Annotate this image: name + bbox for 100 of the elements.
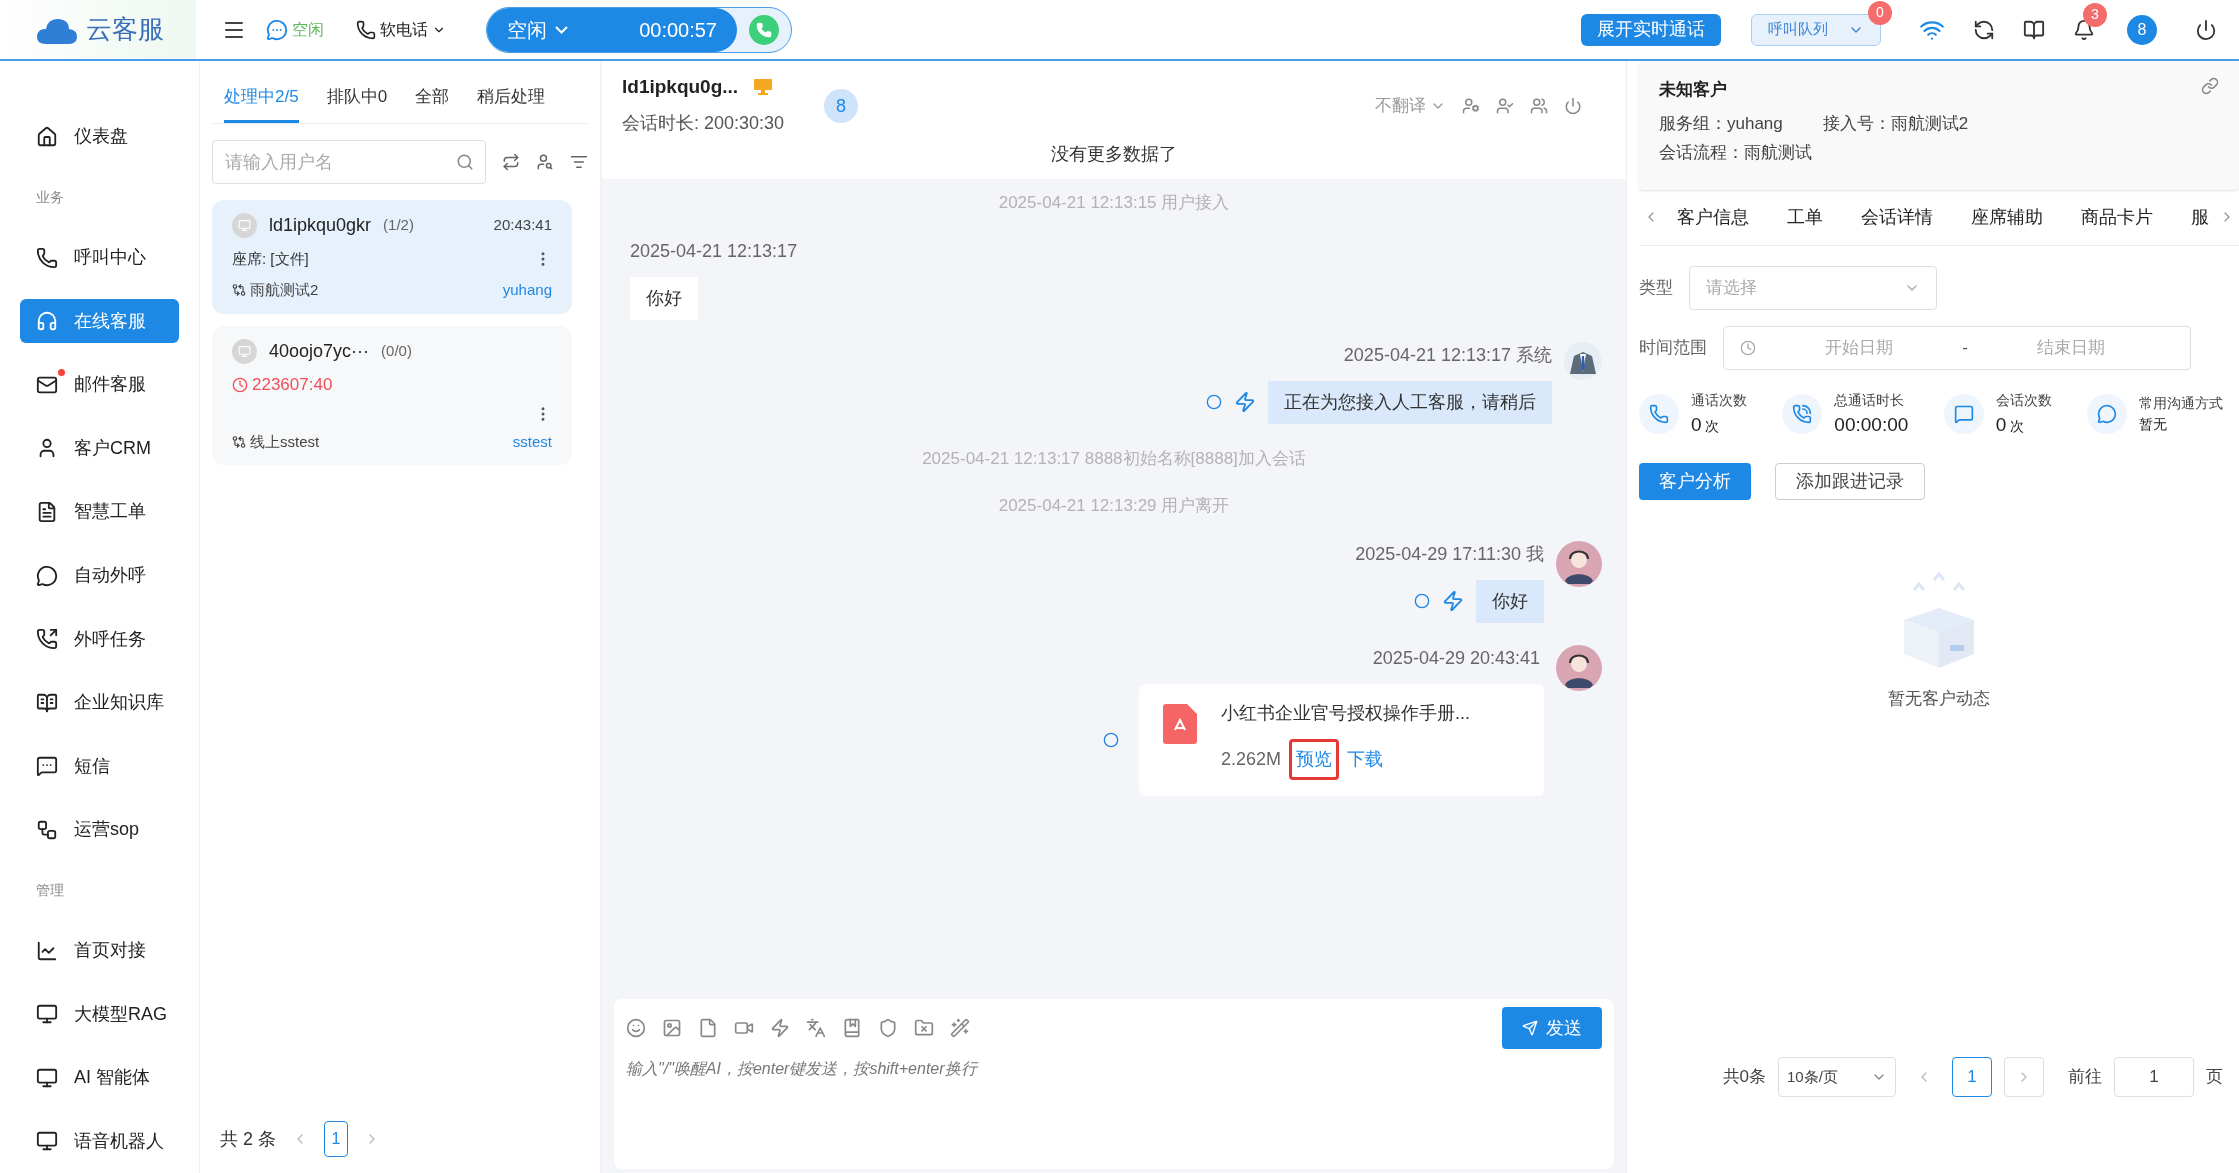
- session-tab[interactable]: 排队中0: [326, 73, 388, 123]
- sidebar-item[interactable]: 智慧工单: [20, 490, 179, 534]
- session-card[interactable]: ld1ipkqu0gkr (1/2) 20:43:41 座席: [文件] 雨航测试2 yuhang: [212, 200, 572, 314]
- sidebar-item[interactable]: 外呼任务: [20, 617, 179, 662]
- session-route: 雨航测试2: [250, 280, 319, 300]
- call-state-dropdown[interactable]: 空闲: [507, 14, 568, 45]
- file-icon[interactable]: [698, 1018, 718, 1038]
- stat-value: 0 次: [1691, 412, 1721, 437]
- session-tab[interactable]: 处理中2/5: [224, 73, 299, 123]
- monitor-icon: [36, 1003, 58, 1026]
- stat-value: 暂无: [2139, 415, 2168, 435]
- device-avatar-icon: [232, 338, 257, 364]
- lightning-icon[interactable]: [770, 1018, 790, 1038]
- end-session-icon[interactable]: [1564, 97, 1582, 115]
- customer-tab[interactable]: 客户信息: [1677, 203, 1749, 231]
- customer-tab[interactable]: 会话详情: [1861, 203, 1933, 231]
- username-search-field[interactable]: 请输入用户名: [212, 140, 487, 184]
- sidebar-item[interactable]: 客户CRM: [20, 426, 179, 471]
- customer-title: 未知客户: [1659, 79, 1727, 101]
- phone-icon: [356, 19, 376, 40]
- message-count: (0/0): [381, 340, 412, 361]
- document-icon: [36, 501, 58, 523]
- page-size-select[interactable]: 10条/页: [1778, 1057, 1896, 1097]
- date-range-field[interactable]: 开始日期 - 结束日期: [1723, 325, 2191, 370]
- message-time: 2025-04-21 12:13:17 系统: [1343, 343, 1552, 367]
- image-icon[interactable]: [662, 1018, 682, 1038]
- sidebar-item[interactable]: AI 智能体: [20, 1055, 179, 1100]
- magic-wand-icon[interactable]: [950, 1018, 970, 1038]
- power-icon[interactable]: [2195, 18, 2217, 41]
- user-check-icon[interactable]: [1496, 97, 1514, 115]
- answer-call-button[interactable]: [749, 14, 779, 45]
- headset-icon: [36, 310, 58, 333]
- user-avatar[interactable]: 8: [2127, 14, 2157, 45]
- phone-icon: [1639, 394, 1679, 435]
- send-button[interactable]: 发送: [1502, 1007, 1602, 1049]
- softphone-dropdown[interactable]: 软电话: [356, 17, 446, 42]
- message-bubble: 正在为您接入人工客服，请稍后: [1268, 380, 1552, 424]
- bell-icon[interactable]: [2073, 18, 2095, 41]
- customer-tab[interactable]: 商品卡片: [2081, 203, 2153, 231]
- session-name: 40oojo7yc···: [269, 339, 370, 363]
- shield-icon[interactable]: [878, 1018, 898, 1038]
- lightning-icon: [1442, 590, 1464, 612]
- sidebar-item[interactable]: 短信: [20, 744, 179, 789]
- status-circle-icon: [1414, 593, 1430, 609]
- sidebar-item[interactable]: 大模型RAG: [20, 992, 179, 1037]
- sort-icon[interactable]: [570, 153, 588, 171]
- event-text: 2025-04-21 12:13:15 用户接入: [998, 192, 1230, 214]
- phone-icon: [36, 246, 58, 269]
- chat-bubble-icon: [2087, 394, 2127, 435]
- customer-tab[interactable]: 座席辅助: [1971, 203, 2043, 231]
- brand-name: 云客服: [86, 13, 164, 46]
- download-link[interactable]: 下载: [1347, 745, 1384, 773]
- send-icon: [1522, 1020, 1538, 1036]
- goto-page-field[interactable]: 1: [2114, 1057, 2194, 1097]
- stat-value: 0 次: [1995, 412, 2026, 437]
- sidebar-item[interactable]: 自动外呼: [20, 553, 179, 598]
- sidebar-item[interactable]: 首页对接: [20, 928, 179, 973]
- session-card[interactable]: 40oojo7yc··· (0/0) 223607:40 线上sstest sstest: [212, 325, 572, 465]
- session-tab[interactable]: 全部: [415, 73, 450, 123]
- session-route: 线上sstest: [250, 431, 320, 452]
- sidebar-item[interactable]: 运营sop: [20, 807, 179, 852]
- link-icon[interactable]: [2201, 77, 2219, 95]
- translate-icon[interactable]: [806, 1018, 826, 1038]
- swap-icon[interactable]: [502, 153, 521, 171]
- message-time: 2025-04-29 20:43:41: [1372, 646, 1541, 670]
- status-circle-icon: [1103, 731, 1119, 748]
- session-tab[interactable]: 稍后处理: [477, 73, 546, 123]
- page-button[interactable]: 1: [1952, 1057, 1992, 1097]
- message-count: (1/2): [383, 215, 414, 236]
- preview-link[interactable]: 预览: [1289, 738, 1340, 780]
- sidebar-item[interactable]: 邮件客服: [20, 362, 179, 407]
- refresh-icon[interactable]: [1973, 18, 1995, 41]
- stat-value: 00:00:00: [1834, 412, 1909, 437]
- expand-call-button[interactable]: 展开实时通话: [1581, 13, 1721, 46]
- chevron-down-icon: [555, 25, 568, 34]
- sidebar-item[interactable]: 呼叫中心: [20, 235, 179, 280]
- sidebar-item[interactable]: 企业知识库: [20, 680, 179, 725]
- book-icon[interactable]: [2023, 18, 2045, 41]
- customer-tab[interactable]: 工单: [1787, 203, 1823, 231]
- message-bubble: 你好: [1476, 579, 1544, 623]
- user-settings-icon[interactable]: [1462, 97, 1480, 115]
- sidebar-section-label: 管理: [36, 880, 64, 900]
- message-input[interactable]: 输入"/"唤醒AI，按enter键发送，按shift+enter换行: [614, 1049, 1614, 1169]
- customer-tab[interactable]: 服: [2191, 203, 2209, 231]
- sidebar-item[interactable]: 仪表盘: [20, 114, 179, 159]
- suit-avatar-icon: [1564, 341, 1602, 380]
- total-count: 共0条: [1722, 1066, 1766, 1089]
- users-icon[interactable]: [1530, 97, 1548, 115]
- sidebar-item[interactable]: 在线客服: [20, 299, 179, 344]
- pdf-file-icon: [1163, 703, 1197, 744]
- folder-icon[interactable]: [914, 1018, 934, 1038]
- wait-timer: 223607:40: [252, 373, 333, 396]
- customer-field: 会话流程：雨航测试: [1659, 140, 1812, 166]
- emoji-icon[interactable]: [626, 1018, 646, 1038]
- sidebar-item[interactable]: 语音机器人: [20, 1119, 179, 1164]
- customer-action-button[interactable]: 添加跟进记录: [1775, 463, 1925, 500]
- phone-icon: [756, 21, 772, 38]
- user-search-icon[interactable]: [536, 153, 555, 171]
- customer-action-button[interactable]: 客户分析: [1639, 463, 1751, 500]
- page-button[interactable]: 1: [324, 1121, 348, 1157]
